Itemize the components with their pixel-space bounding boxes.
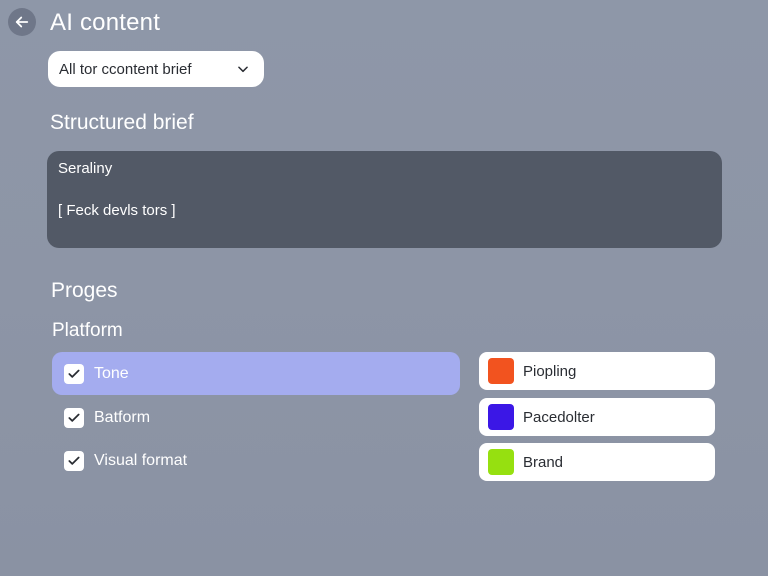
arrow-left-icon [15,16,29,28]
dropdown-selected-value: All tor ccontent brief [59,60,192,78]
color-swatch [488,404,514,430]
color-swatch [488,358,514,384]
swatch-option-pacedolter[interactable]: Pacedolter [479,398,715,436]
checklist-label: Batform [94,408,151,426]
brief-field-value: [ Feck devls tors ] [58,202,176,219]
swatch-option-brand[interactable]: Brand [479,443,715,481]
structured-brief-panel[interactable]: Seraliny [ Feck devls tors ] [47,151,722,248]
checklist-item-visual-format[interactable]: Visual format [52,439,460,482]
brief-type-dropdown[interactable]: All tor ccontent brief [48,51,264,87]
checklist-label: Visual format [94,451,188,469]
checklist-item-tone[interactable]: Tone [52,352,460,395]
checklist-label: Tone [94,364,129,382]
color-swatch [488,449,514,475]
checkmark-icon [68,369,80,378]
back-button[interactable] [8,8,36,36]
swatch-label: Piopling [523,362,577,380]
swatch-option-piopling[interactable]: Piopling [479,352,715,390]
progress-heading: Proges [51,279,118,302]
checkbox[interactable] [64,363,84,384]
swatch-label: Pacedolter [523,408,595,426]
checkmark-icon [68,413,80,422]
platform-subheading: Platform [52,320,123,341]
checklist-item-batform[interactable]: Batform [52,396,460,439]
checkmark-icon [68,456,80,465]
checkbox[interactable] [64,450,84,471]
swatch-label: Brand [523,453,564,471]
page-title: AI content [50,9,161,36]
structured-brief-heading: Structured brief [50,111,194,134]
checkbox[interactable] [64,407,84,428]
brief-field-label: Seraliny [58,160,113,177]
chevron-down-icon [238,66,248,73]
